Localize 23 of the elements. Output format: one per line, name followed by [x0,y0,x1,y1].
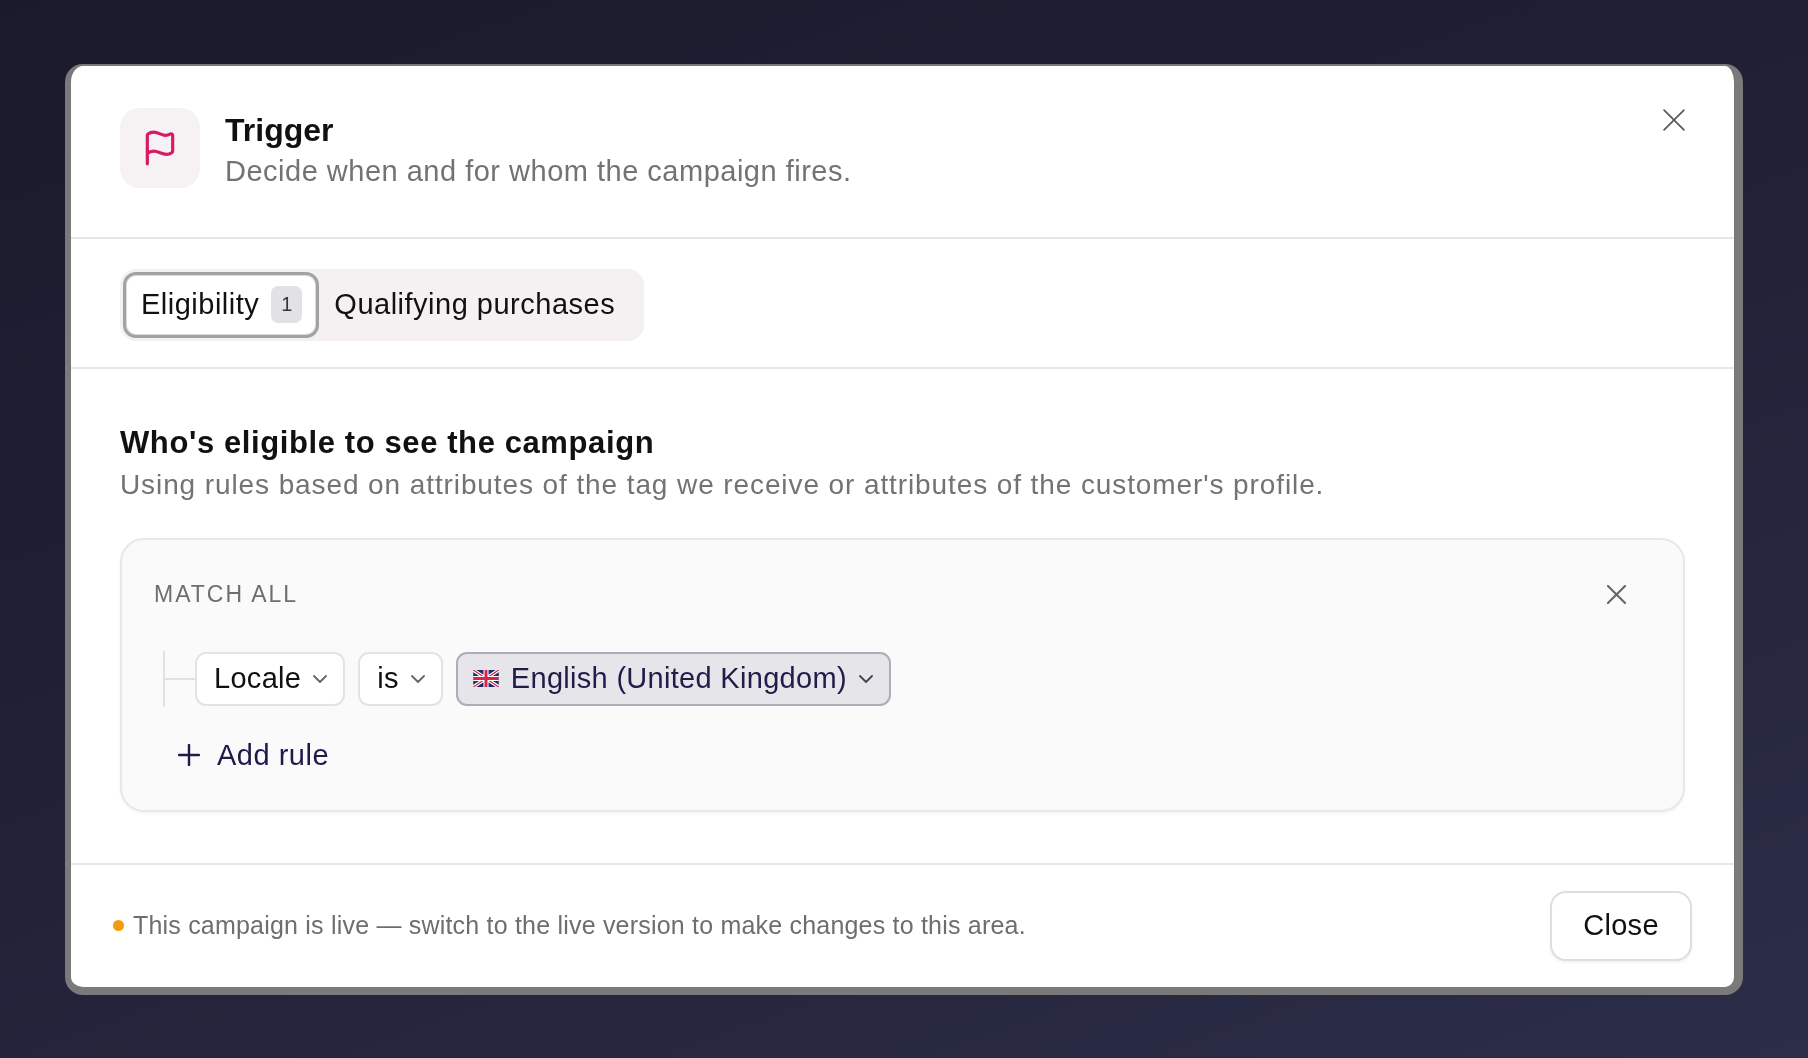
live-notice: This campaign is live — switch to the live version to make changes to this area. [133,911,1026,940]
count-badge: 1 [271,286,303,323]
section-description: Using rules based on attributes of the tag we receive or attributes of the customer's profile. [120,467,1326,502]
uk-flag-icon [472,670,499,687]
chevron-down-icon [313,674,328,683]
value-select[interactable]: English (United Kingdom) [455,651,891,706]
status-dot-icon [113,920,124,931]
chevron-down-icon [858,674,873,683]
chevron-down-icon [410,674,425,683]
flag-icon [120,107,200,188]
close-icon [1663,108,1685,131]
add-rule-button[interactable]: Add rule [178,738,329,772]
close-button[interactable]: Close [1550,890,1692,961]
tab[interactable]: Qualifying purchases [319,271,642,338]
match-label: MATCH ALL [154,580,299,608]
operator-select[interactable]: is [358,651,443,706]
tab[interactable]: Eligibility 1 [123,271,320,338]
dialog-title: Trigger [225,110,335,149]
dialog-subtitle: Decide when and for whom the campaign fires. [225,153,853,189]
plus-icon [178,744,200,766]
close-icon [1607,584,1626,604]
section-heading: Who's eligible to see the campaign [120,423,656,462]
field-select[interactable]: Locale [195,651,346,706]
